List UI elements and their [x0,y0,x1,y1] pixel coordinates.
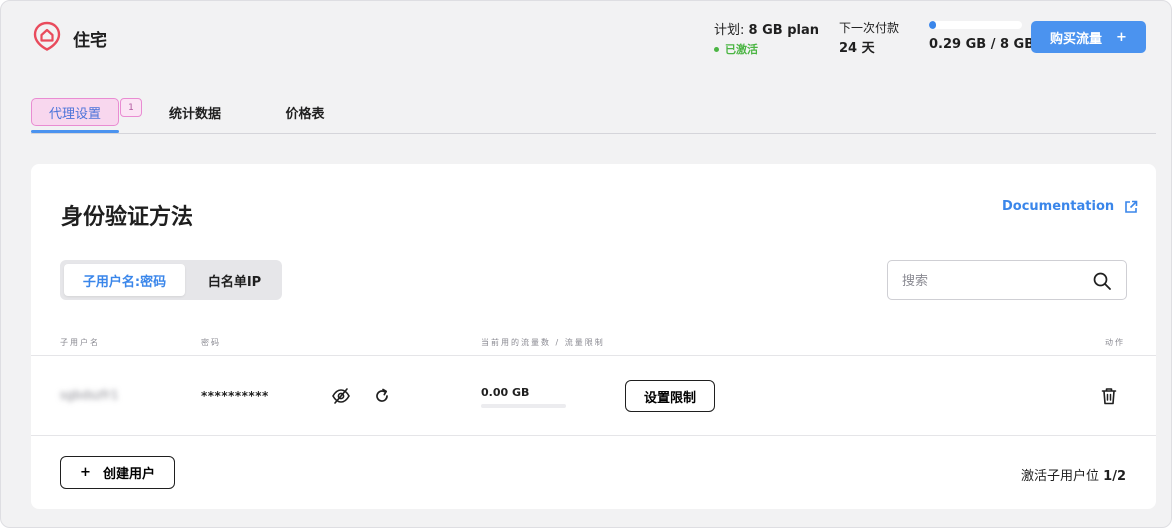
tab-bar: 代理设置 1 统计数据 价格表 [31,98,1156,134]
usage-meter: 0.29 GB / 8 GB [929,21,1035,52]
auth-mode-ip-whitelist[interactable]: 白名单IP [191,264,278,296]
tab-pricing-label: 价格表 [285,106,325,122]
external-link-icon [1125,200,1138,213]
tab-statistics-label: 统计数据 [168,106,221,122]
column-header-traffic: 当前用的流量数 / 流量限制 [481,338,605,347]
search-box [887,260,1127,300]
app-window: 住宅 计划: 8 GB plan 已激活 下一次付款 24 天 0.29 GB … [0,0,1172,528]
documentation-link[interactable]: Documentation [1002,199,1138,214]
set-limit-button[interactable]: 设置限制 [625,380,715,412]
traffic-used: 0.00 GB [481,386,530,399]
traffic-progress-bar [481,404,566,408]
plan-info: 计划: 8 GB plan 已激活 [714,19,819,57]
plus-icon: + [1116,29,1127,45]
plus-icon: + [80,465,91,480]
tab-proxy-settings-label: 代理设置 [48,106,101,122]
subuser-password: ********** [201,389,269,403]
divider [31,355,1156,356]
eye-off-icon[interactable] [331,387,351,405]
tab-pricing[interactable]: 价格表 [278,98,332,126]
next-payment-label: 下一次付款 [839,21,900,35]
create-user-label: 创建用户 [102,467,155,482]
slots-value: 1/2 [1103,469,1126,484]
refresh-icon[interactable] [373,387,391,405]
next-payment: 下一次付款 24 天 [839,19,899,56]
search-icon[interactable] [1092,271,1112,291]
auth-mode-username-password[interactable]: 子用户名:密码 [64,264,185,296]
buy-traffic-button[interactable]: 购买流量 + [1031,21,1146,53]
status-badge: 已激活 [714,41,819,57]
buy-traffic-label: 购买流量 [1050,31,1103,47]
brand-title: 住宅 [73,31,107,51]
plan-label: 计划: [714,23,749,38]
usage-progress-bar [929,21,1022,29]
tab-statistics[interactable]: 统计数据 [159,98,231,126]
slots-label: 激活子用户位 [1021,469,1104,484]
column-header-password: 密码 [201,338,221,347]
auth-mode-toggle: 子用户名:密码 白名单IP [60,260,282,300]
plan-value: 8 GB plan [748,23,819,38]
status-text: 已激活 [725,43,758,56]
create-user-button[interactable]: + 创建用户 [60,456,175,489]
column-header-username: 子用户名 [60,338,100,347]
usage-progress-fill [929,21,936,29]
active-subuser-slots: 激活子用户位 1/2 [1021,465,1126,484]
tab-active-indicator [31,130,119,133]
search-input[interactable] [902,271,1082,291]
divider [31,435,1156,436]
next-payment-value: 24 天 [839,41,875,56]
documentation-label: Documentation [1002,199,1115,214]
card-title: 身份验证方法 [61,205,194,230]
column-header-actions: 动作 [1105,338,1125,347]
home-logo-icon [33,21,61,51]
auth-method-card: 身份验证方法 Documentation 子用户名:密码 白名单IP 子用户名 … [31,164,1156,509]
tab-badge: 1 [120,98,142,117]
status-dot-icon [714,46,719,52]
trash-icon[interactable] [1101,387,1117,405]
tab-proxy-settings[interactable]: 代理设置 [31,98,119,126]
usage-text: 0.29 GB / 8 GB [929,37,1035,52]
subuser-name: sgbdszfr1 [60,388,119,402]
